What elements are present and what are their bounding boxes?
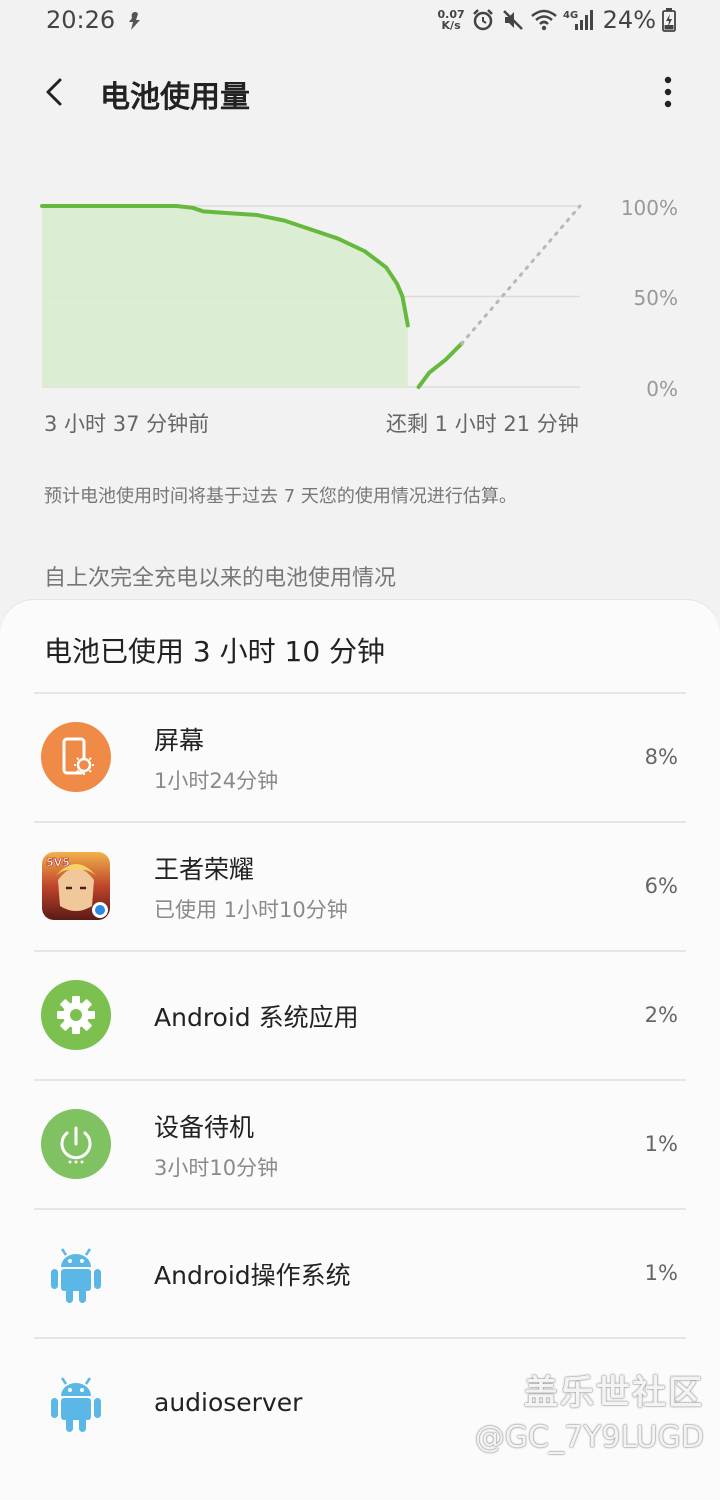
item-duration: 1小时24分钟 [154, 768, 279, 793]
item-duration: 3小时10分钟 [154, 1155, 279, 1180]
list-item-game[interactable]: 5V5 王者荣耀 已使用 1小时10分钟 6% [34, 821, 686, 950]
list-item-screen[interactable]: 屏幕 1小时24分钟 8% [34, 692, 686, 821]
usage-summary: 电池已使用 3 小时 10 分钟 [44, 635, 386, 668]
item-percent: 8% [644, 745, 678, 769]
item-percent: 1% [644, 1132, 678, 1156]
watermark-handle: @GC_7Y9LUGD [474, 1420, 704, 1455]
history-area [42, 206, 408, 387]
screen-brightness-icon [41, 722, 111, 792]
android-icon [51, 1377, 101, 1432]
back-arrow-icon[interactable] [34, 70, 78, 114]
status-icons: 0.07 K/s 4G 24% [438, 6, 676, 34]
item-name: 设备待机 [154, 1112, 255, 1142]
gear-icon [41, 980, 111, 1050]
alarm-icon [472, 9, 493, 31]
item-name: Android操作系统 [154, 1260, 351, 1290]
y-tick-label: 100% [620, 196, 678, 220]
wifi-icon [530, 9, 557, 31]
item-percent: 1% [644, 1261, 678, 1285]
series-current-line [416, 341, 464, 389]
list-item-system-apps[interactable]: Android 系统应用 2% [34, 950, 686, 1079]
watermark-title: 盖乐世社区 [524, 1373, 704, 1413]
x-start-label: 3 小时 37 分钟前 [44, 412, 210, 436]
game-app-icon: 5V5 [42, 852, 110, 920]
battery-percent: 24% [602, 6, 656, 34]
estimate-note: 预计电池使用时间将基于过去 7 天您的使用情况进行估算。 [44, 486, 517, 507]
net-speed: 0.07 K/s [437, 8, 465, 32]
usage-list: 屏幕 1小时24分钟 8% 5V5 王者荣耀 已使用 1小时10分钟 6% An… [34, 692, 686, 1466]
battery-chart: 100% 50% 0% 3 小时 37 分钟前 还剩 1 小时 21 分钟 [0, 180, 720, 436]
item-name: Android 系统应用 [154, 1002, 359, 1032]
app-bar: 电池使用量 [0, 56, 720, 128]
y-tick-label: 50% [633, 286, 678, 310]
page-title: 电池使用量 [100, 80, 250, 115]
series-prediction-line [460, 204, 582, 346]
android-icon [51, 1248, 101, 1303]
item-name: audioserver [154, 1388, 303, 1417]
item-duration: 已使用 1小时10分钟 [154, 897, 348, 922]
y-tick-label: 0% [646, 377, 678, 401]
item-percent: 6% [644, 874, 678, 898]
item-name: 王者荣耀 [154, 854, 255, 884]
more-vert-icon[interactable] [656, 72, 680, 112]
section-title: 自上次完全充电以来的电池使用情况 [44, 566, 397, 591]
list-item-standby[interactable]: 设备待机 3小时10分钟 1% [34, 1079, 686, 1208]
status-time: 20:26 [46, 6, 116, 34]
mute-icon [502, 10, 523, 30]
signal-icon: 4G [563, 10, 593, 30]
svg-text:4G: 4G [563, 10, 578, 21]
status-bar: 20:26 0.07 K/s 4G 24% [0, 0, 720, 42]
battery-level-graph [40, 204, 582, 389]
battery-icon [662, 8, 676, 32]
item-percent: 2% [644, 1003, 678, 1027]
x-end-label: 还剩 1 小时 21 分钟 [386, 412, 579, 436]
power-icon [41, 1109, 111, 1179]
list-item-android-os[interactable]: Android操作系统 1% [34, 1208, 686, 1337]
item-name: 屏幕 [154, 725, 205, 755]
svg-text:5V5: 5V5 [46, 856, 70, 869]
notification-icon [129, 12, 140, 30]
